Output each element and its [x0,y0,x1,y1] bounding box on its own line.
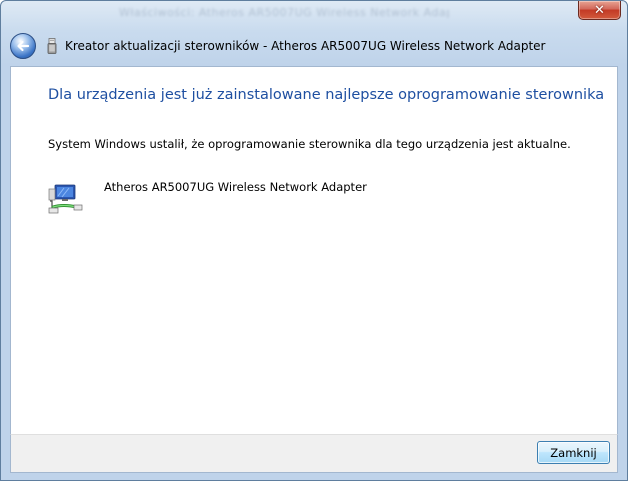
back-arrow-icon [17,40,30,52]
page-heading: Dla urządzenia jest już zainstalowane na… [48,87,605,103]
usb-device-icon [47,38,57,54]
title-bar[interactable]: Właściwości: Atheros AR5007UG Wireless N… [1,1,627,29]
window-close-button[interactable]: ✕ [578,1,621,20]
close-button[interactable]: Zamknij [537,441,610,464]
network-adapter-icon [48,184,83,214]
background-window-title: Właściwości: Atheros AR5007UG Wireless N… [119,6,449,19]
navigation-bar: Kreator aktualizacji sterowników - Ather… [1,29,627,65]
close-icon: ✕ [594,2,605,18]
back-button[interactable] [10,33,36,59]
status-message: System Windows ustalił, że oprogramowani… [48,137,571,151]
button-bar: Zamknij [10,434,618,473]
device-name: Atheros AR5007UG Wireless Network Adapte… [104,180,367,194]
wizard-content: Dla urządzenia jest już zainstalowane na… [10,66,618,434]
driver-update-wizard-window: Właściwości: Atheros AR5007UG Wireless N… [0,0,628,481]
wizard-title: Kreator aktualizacji sterowników - Ather… [65,39,546,53]
